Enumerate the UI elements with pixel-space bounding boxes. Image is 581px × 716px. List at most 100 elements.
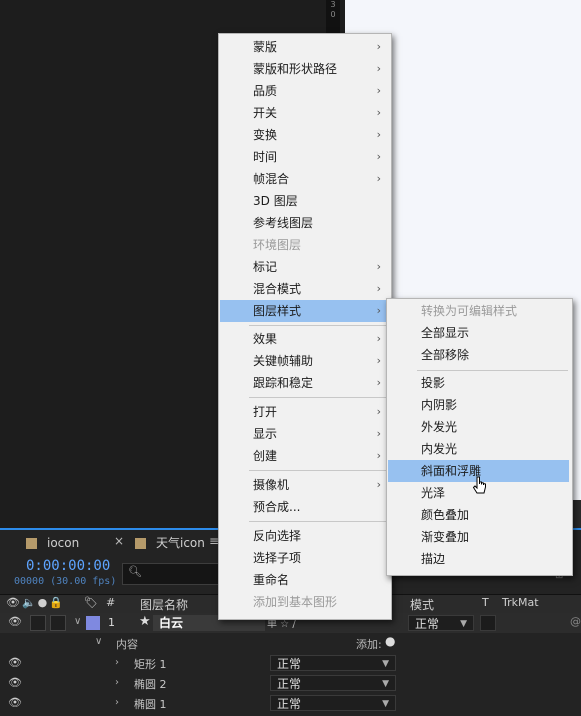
menu-item-environment-layer: 环境图层 bbox=[253, 238, 302, 252]
menu-item-guide-layer[interactable]: 参考线图层 bbox=[220, 212, 390, 234]
layer-styles-submenu: 转换为可编辑样式 全部显示 全部移除 投影 内阴影 外发光 内发光 斜面和浮雕 … bbox=[386, 298, 573, 576]
hand-pointer-cursor-icon bbox=[472, 476, 486, 494]
av-switches-header-icons: 👁🔈●🔒 bbox=[6, 596, 65, 609]
menu-item-blending-mode[interactable]: 混合模式 › bbox=[220, 278, 390, 300]
trkmat-header: TrkMat bbox=[502, 596, 539, 609]
menu-item-mask-and-shape-path[interactable]: 蒙版和形状路径 › bbox=[220, 58, 390, 80]
expand-chevron-icon[interactable]: › bbox=[115, 657, 119, 668]
submenu-item-stroke[interactable]: 描边 bbox=[388, 548, 569, 570]
chevron-right-icon: › bbox=[376, 427, 381, 440]
submenu-item-convert-to-editable: 转换为可编辑样式 bbox=[421, 304, 518, 318]
menu-separator bbox=[249, 397, 387, 398]
add-button-icon[interactable]: ● bbox=[385, 634, 395, 648]
chevron-right-icon: › bbox=[376, 128, 381, 141]
menu-item-switches[interactable]: 开关 › bbox=[220, 102, 390, 124]
sublayer-name[interactable]: 矩形 1 bbox=[134, 656, 167, 672]
number-header: # bbox=[106, 596, 116, 609]
ruler-text: 3 0 bbox=[330, 0, 336, 19]
chevron-down-icon: ▼ bbox=[382, 659, 389, 669]
chevron-right-icon: › bbox=[376, 282, 381, 295]
menu-item-open[interactable]: 打开 › bbox=[220, 401, 390, 423]
menu-item-track-and-stabilize[interactable]: 跟踪和稳定 › bbox=[220, 372, 390, 394]
layer-context-menu: 蒙版 › 蒙版和形状路径 › 品质 › 开关 › 变换 › 时间 › 帧混合 › 3D 图层 … bbox=[218, 33, 392, 620]
menu-separator bbox=[249, 521, 387, 522]
t-header: T bbox=[482, 596, 489, 609]
chevron-right-icon: › bbox=[376, 478, 381, 491]
sublayer-name[interactable]: 椭圆 1 bbox=[134, 696, 167, 712]
menu-separator bbox=[417, 370, 568, 371]
menu-separator bbox=[249, 470, 387, 471]
submenu-item-gradient-overlay[interactable]: 渐变叠加 bbox=[388, 526, 569, 548]
submenu-item-remove-all[interactable]: 全部移除 bbox=[388, 344, 569, 366]
frame-rate-readout: 00000 (30.00 fps) bbox=[14, 576, 117, 587]
layer-blend-mode-dropdown[interactable]: 正常 ▼ bbox=[408, 615, 474, 631]
solo-switch[interactable] bbox=[30, 615, 46, 631]
tab-iocon-label: iocon bbox=[47, 536, 80, 550]
menu-item-invert-selection[interactable]: 反向选择 bbox=[220, 525, 390, 547]
menu-item-transform[interactable]: 变换 › bbox=[220, 124, 390, 146]
blend-mode-value: 正常 bbox=[277, 677, 302, 691]
menu-item-precompose[interactable]: 预合成... bbox=[220, 496, 390, 518]
menu-item-time[interactable]: 时间 › bbox=[220, 146, 390, 168]
menu-item-layer-styles[interactable]: 图层样式 › bbox=[220, 300, 390, 322]
expand-chevron-icon[interactable]: ∨ bbox=[74, 616, 81, 627]
menu-item-reveal[interactable]: 显示 › bbox=[220, 423, 390, 445]
current-timecode[interactable]: 0:00:00:00 bbox=[26, 558, 110, 574]
menu-item-markers[interactable]: 标记 › bbox=[220, 256, 390, 278]
comp-swatch-icon bbox=[135, 538, 146, 549]
menu-item-select-children[interactable]: 选择子项 bbox=[220, 547, 390, 569]
menu-item-keyframe-assistant[interactable]: 关键帧辅助 › bbox=[220, 350, 390, 372]
menu-item-effects[interactable]: 效果 › bbox=[220, 328, 390, 350]
comp-swatch-icon bbox=[26, 538, 37, 549]
chevron-down-icon: ▼ bbox=[382, 679, 389, 689]
chevron-right-icon: › bbox=[376, 304, 381, 317]
menu-item-mask[interactable]: 蒙版 › bbox=[220, 36, 390, 58]
sublayer-name[interactable]: 椭圆 2 bbox=[134, 676, 167, 692]
trkmat-switch[interactable] bbox=[480, 615, 496, 631]
chevron-right-icon: › bbox=[376, 40, 381, 53]
tab-iocon[interactable]: iocon bbox=[26, 532, 79, 554]
parent-pick-whip-icon[interactable]: @ bbox=[570, 615, 581, 628]
menu-item-rename[interactable]: 重命名 bbox=[220, 569, 390, 591]
menu-item-camera[interactable]: 摄像机 › bbox=[220, 474, 390, 496]
submenu-item-color-overlay[interactable]: 颜色叠加 bbox=[388, 504, 569, 526]
expand-chevron-icon[interactable]: › bbox=[115, 697, 119, 708]
tab-weather-label: 天气icon bbox=[156, 536, 205, 550]
sublayer-mode-dropdown[interactable]: 正常 ▼ bbox=[270, 655, 396, 671]
sublayer-mode-dropdown[interactable]: 正常 ▼ bbox=[270, 695, 396, 711]
visibility-eye-icon[interactable]: 👁 bbox=[8, 656, 22, 669]
menu-item-create[interactable]: 创建 › bbox=[220, 445, 390, 467]
layer-label-color[interactable] bbox=[86, 616, 100, 630]
layer-number: 1 bbox=[108, 616, 115, 629]
contents-label: 内容 bbox=[116, 638, 138, 651]
submenu-item-inner-shadow[interactable]: 内阴影 bbox=[388, 394, 569, 416]
chevron-right-icon: › bbox=[376, 332, 381, 345]
visibility-eye-icon[interactable]: 👁 bbox=[8, 696, 22, 709]
blend-mode-value: 正常 bbox=[415, 617, 440, 631]
submenu-item-outer-glow[interactable]: 外发光 bbox=[388, 416, 569, 438]
layer-name-header[interactable]: 图层名称 bbox=[140, 596, 188, 613]
search-icon: 🔍︎ bbox=[128, 565, 142, 578]
chevron-right-icon: › bbox=[376, 405, 381, 418]
chevron-right-icon: › bbox=[376, 376, 381, 389]
chevron-right-icon: › bbox=[376, 449, 381, 462]
expand-chevron-icon[interactable]: › bbox=[115, 677, 119, 688]
visibility-eye-icon[interactable]: 👁 bbox=[8, 615, 22, 628]
contents-chevron-icon[interactable]: ∨ bbox=[95, 636, 102, 647]
lock-switch[interactable] bbox=[50, 615, 66, 631]
visibility-eye-icon[interactable]: 👁 bbox=[8, 676, 22, 689]
submenu-item-show-all[interactable]: 全部显示 bbox=[388, 322, 569, 344]
submenu-item-drop-shadow[interactable]: 投影 bbox=[388, 372, 569, 394]
menu-separator bbox=[249, 325, 387, 326]
submenu-item-inner-glow[interactable]: 内发光 bbox=[388, 438, 569, 460]
menu-item-frame-blending[interactable]: 帧混合 › bbox=[220, 168, 390, 190]
close-icon[interactable]: × bbox=[114, 534, 124, 548]
sublayer-mode-dropdown[interactable]: 正常 ▼ bbox=[270, 675, 396, 691]
blend-mode-value: 正常 bbox=[277, 697, 302, 711]
tab-weather-icon[interactable]: 天气icon bbox=[135, 532, 205, 554]
add-label: 添加: bbox=[356, 638, 382, 651]
mode-header: 模式 bbox=[410, 598, 435, 612]
menu-item-3d-layer[interactable]: 3D 图层 bbox=[220, 190, 390, 212]
chevron-right-icon: › bbox=[376, 84, 381, 97]
menu-item-quality[interactable]: 品质 › bbox=[220, 80, 390, 102]
